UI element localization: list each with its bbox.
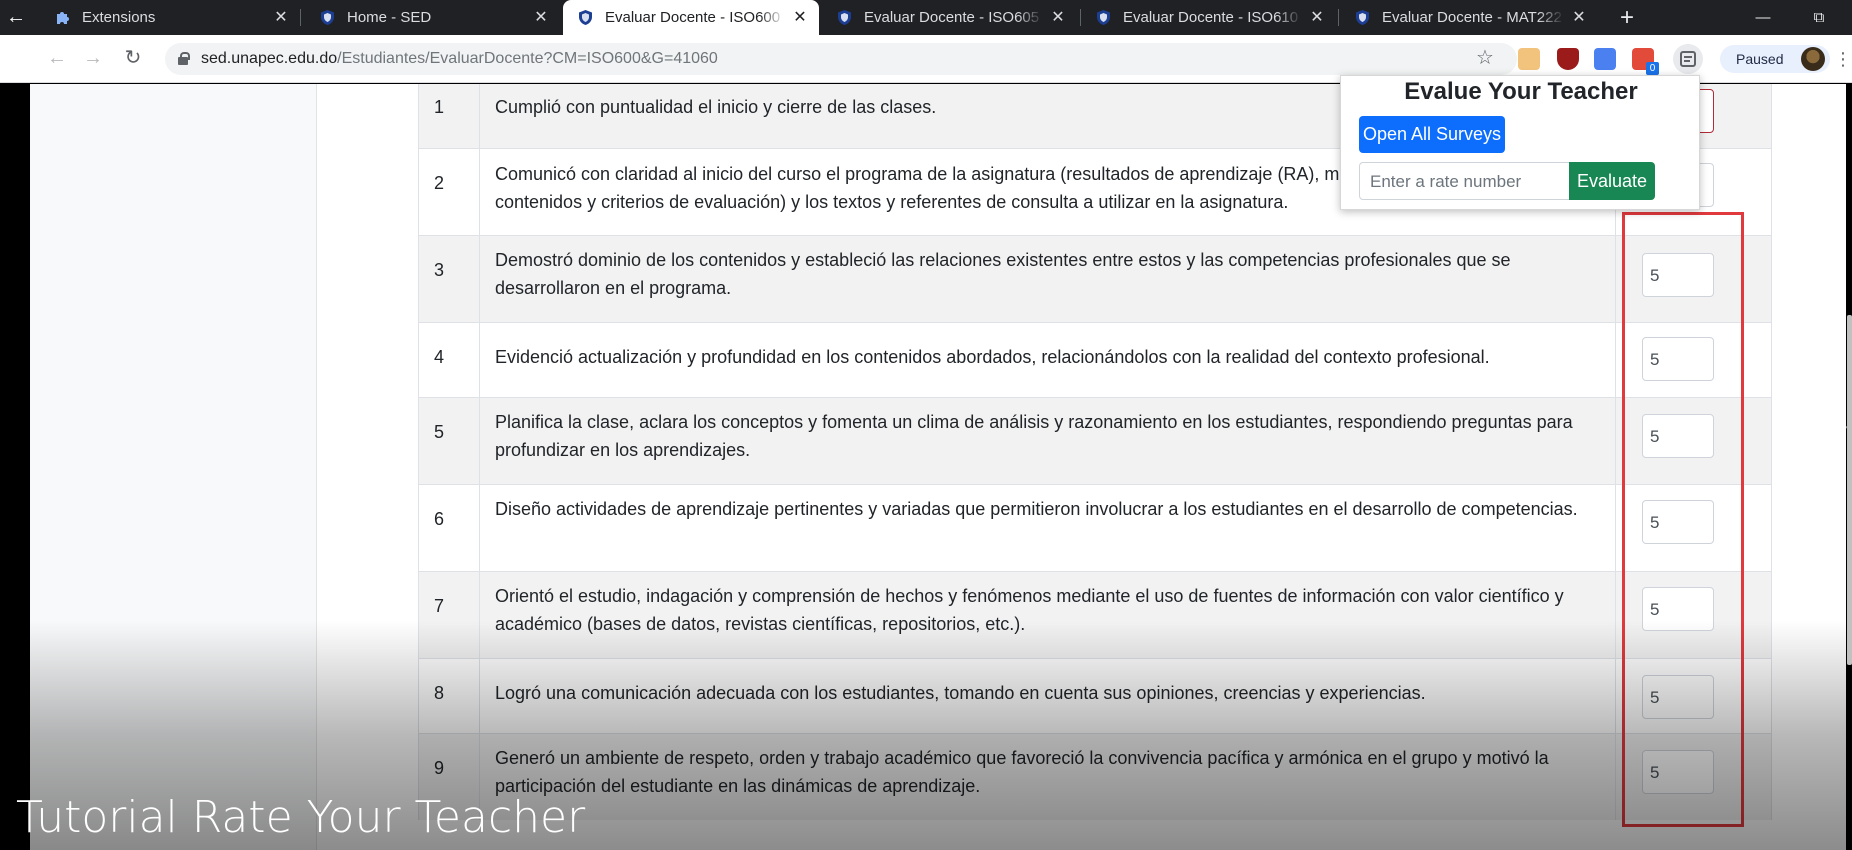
paused-label: Paused xyxy=(1736,51,1784,67)
close-icon[interactable]: ✕ xyxy=(1049,0,1067,35)
question-text: Diseño actividades de aprendizaje pertin… xyxy=(480,485,1616,571)
more-menu-icon[interactable]: ⋮ xyxy=(1834,45,1852,73)
puzzle-icon xyxy=(57,12,69,24)
table-row: 5 Planifica la clase, aclara los concept… xyxy=(418,397,1772,484)
tab-title: Evaluar Docente - ISO610 - SED xyxy=(1123,0,1302,35)
tab-title: Extensions xyxy=(82,0,266,35)
table-row: 6 Diseño actividades de aprendizaje pert… xyxy=(418,484,1772,571)
new-tab-icon[interactable]: + xyxy=(1612,0,1642,35)
close-icon[interactable]: ✕ xyxy=(1570,0,1588,35)
tab-evaluar-iso610[interactable]: Evaluar Docente - ISO610 - SED ✕ xyxy=(1081,0,1336,35)
popup-title: Evalue Your Teacher xyxy=(1404,78,1638,105)
question-text: Evidenció actualización y profundidad en… xyxy=(480,323,1616,397)
video-caption: Tutorial Rate Your Teacher xyxy=(16,792,586,843)
tab-separator xyxy=(300,9,301,26)
profile-paused-button[interactable]: Paused xyxy=(1720,45,1830,73)
evalue-teacher-extension-icon[interactable] xyxy=(1673,44,1703,74)
ublock-shield-icon[interactable] xyxy=(1557,48,1579,70)
rate-number-input[interactable]: Enter a rate number xyxy=(1359,162,1571,200)
tab-home-sed[interactable]: Home - SED ✕ xyxy=(305,0,560,35)
tab-evaluar-iso605[interactable]: Evaluar Docente - ISO605 - SED ✕ xyxy=(822,0,1077,35)
question-text: Logró una comunicación adecuada con los … xyxy=(480,659,1616,733)
extension-badge: 0 xyxy=(1646,62,1659,75)
tab-title: Home - SED xyxy=(347,0,526,35)
evalue-teacher-popup: Evalue Your Teacher Open All Surveys Ent… xyxy=(1340,75,1700,210)
translate-icon[interactable] xyxy=(1594,48,1616,70)
rating-column-highlight xyxy=(1622,212,1744,827)
table-row: 9 Generó un ambiente de respeto, orden y… xyxy=(418,733,1772,820)
question-number: 3 xyxy=(418,236,480,322)
question-text: Planifica la clase, aclara los conceptos… xyxy=(480,398,1616,484)
table-row: 4 Evidenció actualización y profundidad … xyxy=(418,322,1772,397)
extension-face-icon[interactable] xyxy=(1518,48,1540,70)
page-sidebar xyxy=(30,84,317,850)
tab-evaluar-iso600[interactable]: Evaluar Docente - ISO600 - SED ✕ xyxy=(563,0,819,35)
tab-title: Evaluar Docente - ISO605 - SED xyxy=(864,0,1043,35)
tab-extensions[interactable]: Extensions ✕ xyxy=(40,0,300,35)
question-number: 1 xyxy=(418,84,480,148)
url-domain: sed.unapec.edu.do xyxy=(201,50,338,67)
screen-edge-left xyxy=(0,84,30,850)
restore-icon[interactable]: ⧉ xyxy=(1796,0,1842,35)
close-icon[interactable]: ✕ xyxy=(272,0,290,35)
table-row: 8 Logró una comunicación adecuada con lo… xyxy=(418,658,1772,733)
question-text: Generó un ambiente de respeto, orden y t… xyxy=(480,734,1616,820)
reload-icon[interactable]: ↻ xyxy=(118,43,148,73)
question-number: 7 xyxy=(418,572,480,658)
close-icon[interactable]: ✕ xyxy=(1308,0,1326,35)
question-text: Demostró dominio de los contenidos y est… xyxy=(480,236,1616,322)
back-icon[interactable]: ← xyxy=(42,43,72,73)
url-path: /Estudiantes/EvaluarDocente?CM=ISO600&G=… xyxy=(337,50,718,67)
question-number: 5 xyxy=(418,398,480,484)
url-text[interactable]: sed.unapec.edu.do/Estudiantes/EvaluarDoc… xyxy=(201,43,718,75)
unapec-shield-icon xyxy=(838,10,851,25)
question-text: Orientó el estudio, indagación y compren… xyxy=(480,572,1616,658)
open-all-surveys-button[interactable]: Open All Surveys xyxy=(1359,116,1505,153)
tab-evaluar-mat222[interactable]: Evaluar Docente - MAT222 - SED ✕ xyxy=(1340,0,1598,35)
evaluate-button[interactable]: Evaluate xyxy=(1569,162,1655,200)
table-row: 7 Orientó el estudio, indagación y compr… xyxy=(418,571,1772,658)
unapec-shield-icon xyxy=(1356,10,1369,25)
lock-icon[interactable] xyxy=(178,52,190,65)
question-number: 8 xyxy=(418,659,480,733)
question-number: 4 xyxy=(418,323,480,397)
close-icon[interactable]: ✕ xyxy=(791,0,809,35)
question-number: 6 xyxy=(418,485,480,571)
tab-separator xyxy=(1338,9,1339,26)
avatar xyxy=(1801,47,1825,71)
tab-title: Evaluar Docente - ISO600 - SED xyxy=(605,0,785,35)
question-number: 2 xyxy=(418,149,480,235)
unapec-shield-icon xyxy=(1097,10,1110,25)
tab-strip: ← Extensions ✕ Home - SED ✕ Evaluar Doce… xyxy=(0,0,1852,35)
minimize-icon[interactable]: — xyxy=(1740,0,1786,35)
bookmark-star-icon[interactable]: ☆ xyxy=(1470,43,1500,73)
address-bar[interactable]: sed.unapec.edu.do/Estudiantes/EvaluarDoc… xyxy=(165,43,1517,75)
unapec-shield-icon xyxy=(579,10,592,25)
table-row: 3 Demostró dominio de los contenidos y e… xyxy=(418,235,1772,322)
back-arrow-icon[interactable]: ← xyxy=(0,0,32,35)
scrollbar-thumb[interactable] xyxy=(1847,315,1852,665)
close-icon[interactable]: ✕ xyxy=(532,0,550,35)
forward-icon[interactable]: → xyxy=(78,43,108,73)
unapec-shield-icon xyxy=(321,10,334,25)
tab-title: Evaluar Docente - MAT222 - SED xyxy=(1382,0,1564,35)
